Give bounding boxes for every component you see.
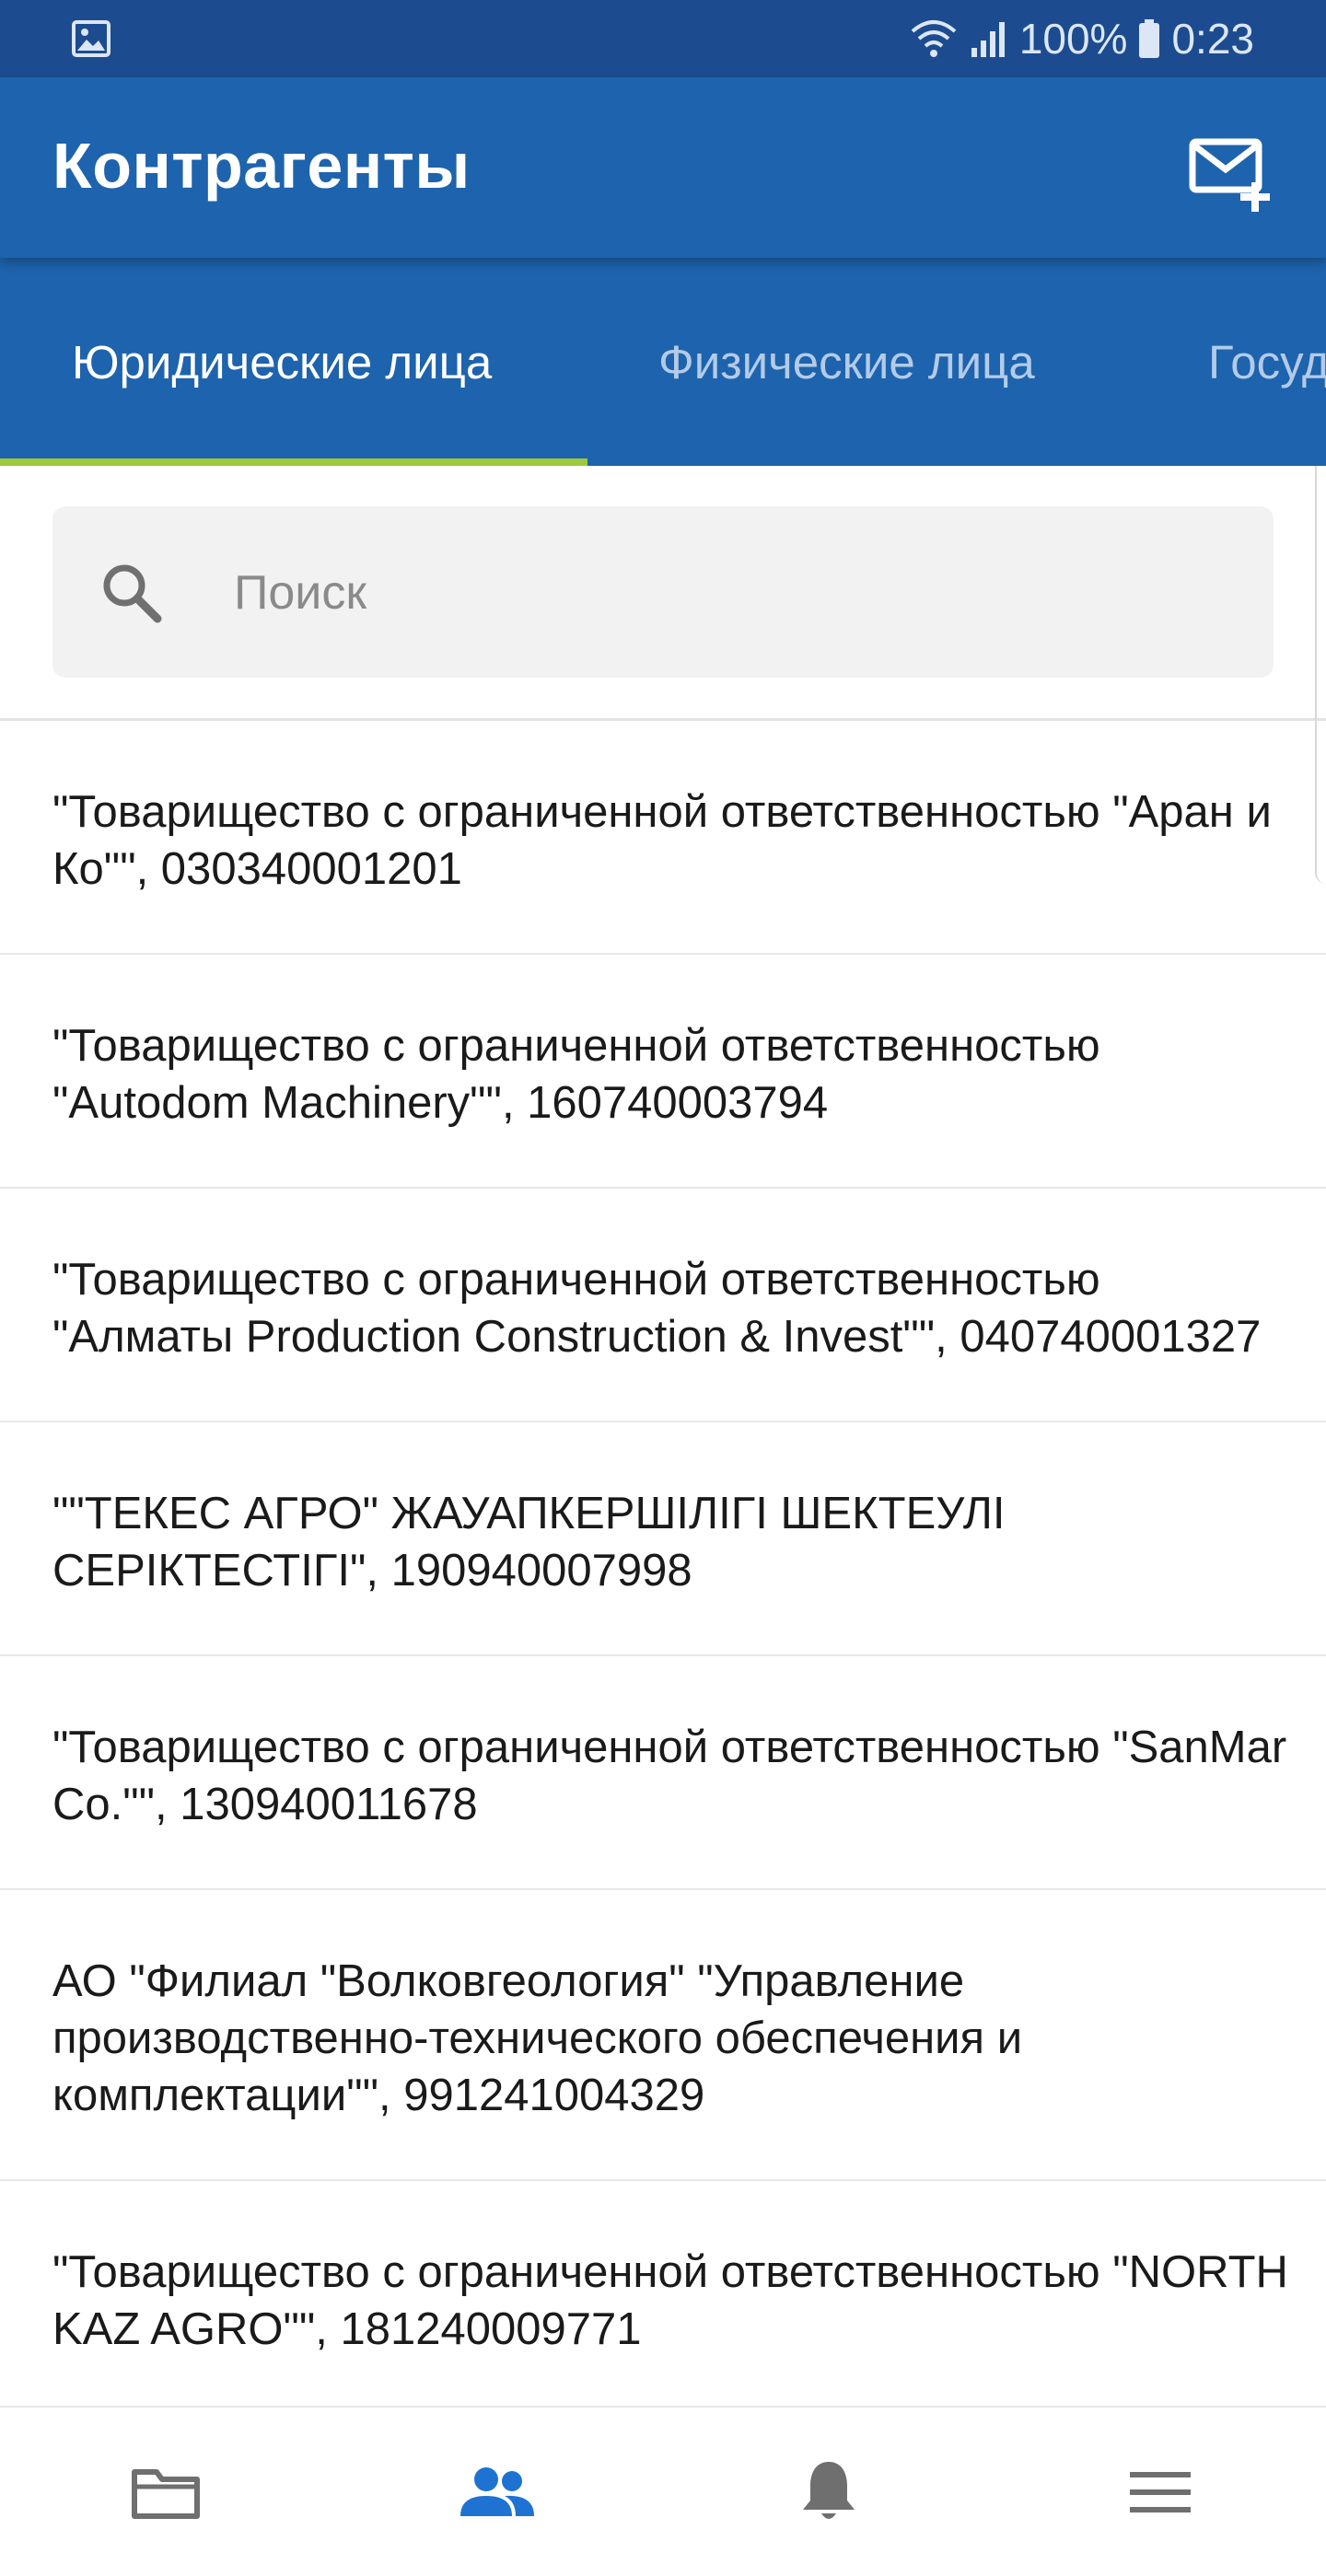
list-item[interactable]: "Товарищество с ограниченной ответственн… bbox=[0, 2181, 1326, 2406]
list-item-text: ""ТЕКЕС АГРО" ЖАУАПКЕРШІЛІГІ ШЕКТЕУЛІ СЕ… bbox=[52, 1489, 1006, 1595]
counterparty-list: "Товарищество с ограниченной ответственн… bbox=[0, 721, 1326, 2406]
new-message-button[interactable] bbox=[1188, 136, 1276, 214]
bottom-navigation bbox=[0, 2406, 1326, 2576]
battery-percent: 100% bbox=[1018, 15, 1128, 63]
search-bar bbox=[52, 506, 1274, 679]
nav-notifications-button[interactable] bbox=[663, 2408, 994, 2576]
contacts-icon bbox=[460, 2466, 534, 2516]
list-item[interactable]: "Товарищество с ограниченной ответственн… bbox=[0, 1189, 1326, 1422]
tab-legal-entities[interactable]: Юридические лица bbox=[72, 258, 492, 466]
tab-indicator bbox=[0, 458, 587, 466]
list-item-text: "Товарищество с ограниченной ответственн… bbox=[52, 1723, 1287, 1829]
tab-government-bodies[interactable]: Государственные органы bbox=[1208, 258, 1326, 466]
status-bar: 100% 0:23 bbox=[0, 0, 1326, 77]
app-bar: Контрагенты bbox=[0, 77, 1326, 258]
nav-contacts-button[interactable] bbox=[332, 2408, 663, 2576]
tab-bar: Юридические лица Физические лица Государ… bbox=[0, 258, 1326, 466]
wifi-icon bbox=[909, 18, 959, 59]
search-icon bbox=[99, 560, 163, 624]
signal-icon bbox=[970, 18, 1008, 59]
mail-add-icon bbox=[1189, 138, 1270, 212]
tab-label: Физические лица bbox=[658, 335, 1035, 389]
tab-individuals[interactable]: Физические лица bbox=[658, 258, 1035, 466]
list-item-text: "Товарищество с ограниченной ответственн… bbox=[52, 1255, 1262, 1362]
list-item-text: "Товарищество с ограниченной ответственн… bbox=[52, 2247, 1288, 2354]
list-item[interactable]: "Товарищество с ограниченной ответственн… bbox=[0, 955, 1326, 1189]
list-item[interactable]: АО "Филиал "Волковгеология" "Управление … bbox=[0, 1890, 1326, 2181]
list-item[interactable]: "Товарищество с ограниченной ответственн… bbox=[0, 1656, 1326, 1890]
list-item[interactable]: "Товарищество с ограниченной ответственн… bbox=[0, 721, 1326, 955]
page-title: Контрагенты bbox=[52, 130, 471, 202]
list-item[interactable]: ""ТЕКЕС АГРО" ЖАУАПКЕРШІЛІГІ ШЕКТЕУЛІ СЕ… bbox=[0, 1422, 1326, 1656]
folder-icon bbox=[132, 2468, 200, 2519]
search-input[interactable] bbox=[232, 506, 1249, 679]
nav-documents-button[interactable] bbox=[0, 2408, 332, 2576]
battery-icon bbox=[1138, 18, 1160, 59]
nav-menu-button[interactable] bbox=[994, 2408, 1326, 2576]
tab-label: Государственные органы bbox=[1208, 335, 1326, 389]
list-item-text: "Товарищество с ограниченной ответственн… bbox=[52, 787, 1272, 894]
clock: 0:23 bbox=[1171, 15, 1254, 63]
image-icon bbox=[72, 20, 110, 57]
tab-label: Юридические лица bbox=[72, 335, 493, 389]
list-item-text: "Товарищество с ограниченной ответственн… bbox=[52, 1021, 1100, 1128]
list-item-text: АО "Филиал "Волковгеология" "Управление … bbox=[52, 1956, 1023, 2120]
bell-icon bbox=[803, 2461, 855, 2519]
menu-icon bbox=[1130, 2471, 1191, 2512]
